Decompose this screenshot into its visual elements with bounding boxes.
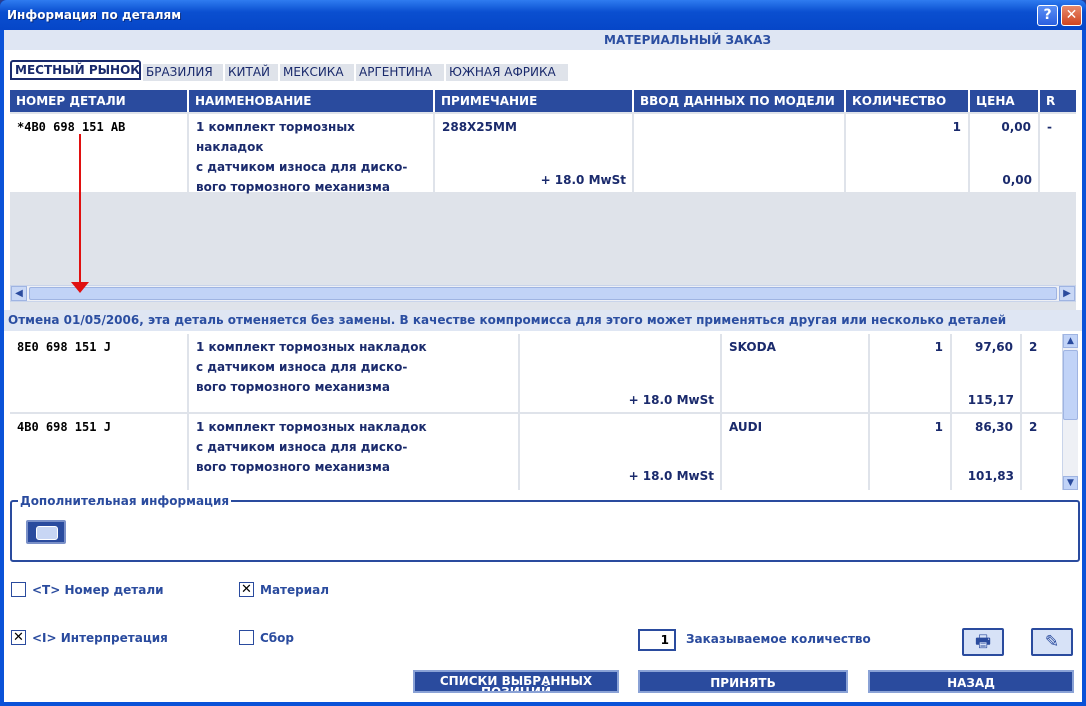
scroll-down-icon[interactable]: ▼: [1063, 476, 1078, 490]
name-line: с датчиком износа для диско-: [196, 440, 408, 454]
cancellation-notice: Отмена 01/05/2006, эта деталь отменяется…: [4, 310, 1082, 331]
red-arrow-line: [79, 134, 81, 284]
col-quantity[interactable]: КОЛИЧЕСТВО: [846, 90, 970, 112]
parts-table: НОМЕР ДЕТАЛИ НАИМЕНОВАНИЕ ПРИМЕЧАНИЕ ВВО…: [10, 90, 1076, 318]
table-row-part-number[interactable]: *4B0 698 151 AB: [10, 114, 187, 192]
window: Информация по деталям ? ✕ МАТЕРИАЛЬНЫЙ З…: [0, 0, 1086, 706]
horizontal-scrollbar[interactable]: ◀ ▶: [10, 285, 1076, 302]
name-line: 1 комплект тормозных накладок: [196, 120, 355, 154]
edit-note-icon: ✎: [1044, 632, 1060, 652]
price: 86,30: [975, 420, 1013, 434]
name-line: с датчиком износа для диско-: [196, 160, 408, 174]
price-gross: 101,83: [967, 469, 1014, 483]
col-part-number[interactable]: НОМЕР ДЕТАЛИ: [10, 90, 189, 112]
title-bar: Информация по деталям ? ✕: [0, 0, 1086, 30]
price-gross: 115,17: [967, 393, 1014, 407]
red-arrow-head-icon: [71, 282, 89, 293]
section-title: МАТЕРИАЛЬНЫЙ ЗАКАЗ: [604, 33, 771, 47]
replacement-note: + 18.0 MwSt: [520, 334, 720, 412]
table-row[interactable]: 8E0 698 151 J: [10, 334, 187, 412]
edit-button[interactable]: ✎: [1031, 628, 1073, 656]
name-line: 1 комплект тормозных накладок: [196, 340, 427, 354]
back-button[interactable]: НАЗАД: [868, 670, 1074, 693]
help-button[interactable]: ?: [1037, 5, 1058, 26]
scroll-up-icon[interactable]: ▲: [1063, 334, 1078, 348]
replacement-name: 1 комплект тормозных накладок с датчиком…: [189, 414, 518, 490]
replacement-table: 8E0 698 151 J 1 комплект тормозных накла…: [10, 334, 1062, 490]
info-button[interactable]: [26, 520, 66, 544]
tab-argentina[interactable]: АРГЕНТИНА: [356, 64, 446, 81]
replacement-brand: SKODA: [722, 334, 868, 412]
scroll-thumb[interactable]: [1063, 350, 1078, 420]
table-row-price: 0,00 0,00: [970, 114, 1038, 192]
name-line: с датчиком износа для диско-: [196, 360, 408, 374]
printer-icon: 🖶: [974, 632, 992, 652]
material-option-label: Материал: [260, 583, 330, 597]
table-row-quantity: 1: [846, 114, 968, 192]
price-gross: 0,00: [1002, 173, 1032, 187]
selected-lists-button[interactable]: СПИСКИ ВЫБРАННЫХ ПОЗИЦИЙ: [413, 670, 619, 693]
interpretation-option-label: <I> Интерпретация: [32, 631, 168, 645]
part-number: 4B0 698 151 J: [17, 420, 111, 434]
col-note[interactable]: ПРИМЕЧАНИЕ: [435, 90, 634, 112]
part-number-option-label: <T> Номер детали: [32, 583, 164, 597]
scroll-left-icon[interactable]: ◀: [11, 286, 27, 301]
table-row-name: 1 комплект тормозных накладок с датчиком…: [189, 114, 433, 194]
table-row-r: -: [1040, 114, 1076, 192]
col-price[interactable]: ЦЕНА: [970, 90, 1040, 112]
price: 97,60: [975, 340, 1013, 354]
price: 0,00: [1001, 120, 1031, 134]
order-quantity-label: Заказываемое количество: [686, 632, 871, 646]
table-header: НОМЕР ДЕТАЛИ НАИМЕНОВАНИЕ ПРИМЕЧАНИЕ ВВО…: [10, 90, 1076, 112]
replacement-quantity: 1: [870, 334, 950, 412]
tab-local-market[interactable]: МЕСТНЫЙ РЫНОК: [10, 60, 141, 80]
part-number: *4B0 698 151 AB: [17, 120, 126, 134]
col-r[interactable]: R: [1040, 90, 1076, 112]
assembly-option-label: Сбор: [260, 631, 295, 645]
section-header: МАТЕРИАЛЬНЫЙ ЗАКАЗ: [4, 30, 1082, 50]
interpretation-checkbox[interactable]: ✕: [11, 630, 26, 645]
window-title: Информация по деталям: [7, 8, 182, 22]
close-button[interactable]: ✕: [1061, 5, 1082, 26]
part-number: 8E0 698 151 J: [17, 340, 111, 354]
name-line: 1 комплект тормозных накладок: [196, 420, 427, 434]
replacement-note: + 18.0 MwSt: [520, 414, 720, 490]
vat-text: + 18.0 MwSt: [628, 469, 714, 483]
tab-china[interactable]: КИТАЙ: [225, 64, 280, 81]
additional-info-legend: Дополнительная информация: [18, 494, 232, 508]
col-name[interactable]: НАИМЕНОВАНИЕ: [189, 90, 435, 112]
material-checkbox[interactable]: ✕: [239, 582, 254, 597]
name-line: вого тормозного механизма: [196, 460, 390, 474]
table-row-model[interactable]: [634, 114, 844, 192]
print-button[interactable]: 🖶: [962, 628, 1004, 656]
part-number-checkbox[interactable]: [11, 582, 26, 597]
assembly-checkbox[interactable]: [239, 630, 254, 645]
vat-text: + 18.0 MwSt: [540, 173, 626, 187]
accept-button[interactable]: ПРИНЯТЬ: [638, 670, 848, 693]
replacement-name: 1 комплект тормозных накладок с датчиком…: [189, 334, 518, 412]
name-line: вого тормозного механизма: [196, 180, 390, 194]
table-row[interactable]: 4B0 698 151 J: [10, 414, 187, 490]
col-model-input[interactable]: ВВОД ДАННЫХ ПО МОДЕЛИ: [634, 90, 846, 112]
replacement-price: 97,60 115,17: [952, 334, 1020, 412]
replacement-r: 2: [1022, 334, 1062, 412]
vertical-scrollbar[interactable]: ▲ ▼: [1062, 334, 1078, 490]
vat-text: + 18.0 MwSt: [628, 393, 714, 407]
tab-brazil[interactable]: БРАЗИЛИЯ: [143, 64, 225, 81]
replacement-r: 2: [1022, 414, 1062, 490]
replacement-brand: AUDI: [722, 414, 868, 490]
tab-south-africa[interactable]: ЮЖНАЯ АФРИКА: [446, 64, 570, 81]
client-area: МАТЕРИАЛЬНЫЙ ЗАКАЗ МЕСТНЫЙ РЫНОК БРАЗИЛИ…: [4, 30, 1082, 702]
scroll-thumb[interactable]: [29, 287, 1057, 300]
name-line: вого тормозного механизма: [196, 380, 390, 394]
order-quantity-input[interactable]: 1: [638, 629, 676, 651]
note-text: 288X25MM: [442, 120, 517, 134]
replacement-price: 86,30 101,83: [952, 414, 1020, 490]
replacement-quantity: 1: [870, 414, 950, 490]
tab-mexico[interactable]: МЕКСИКА: [280, 64, 356, 81]
additional-info-group: Дополнительная информация: [10, 494, 1080, 562]
scroll-right-icon[interactable]: ▶: [1059, 286, 1075, 301]
table-row-note: 288X25MM + 18.0 MwSt: [435, 114, 632, 192]
